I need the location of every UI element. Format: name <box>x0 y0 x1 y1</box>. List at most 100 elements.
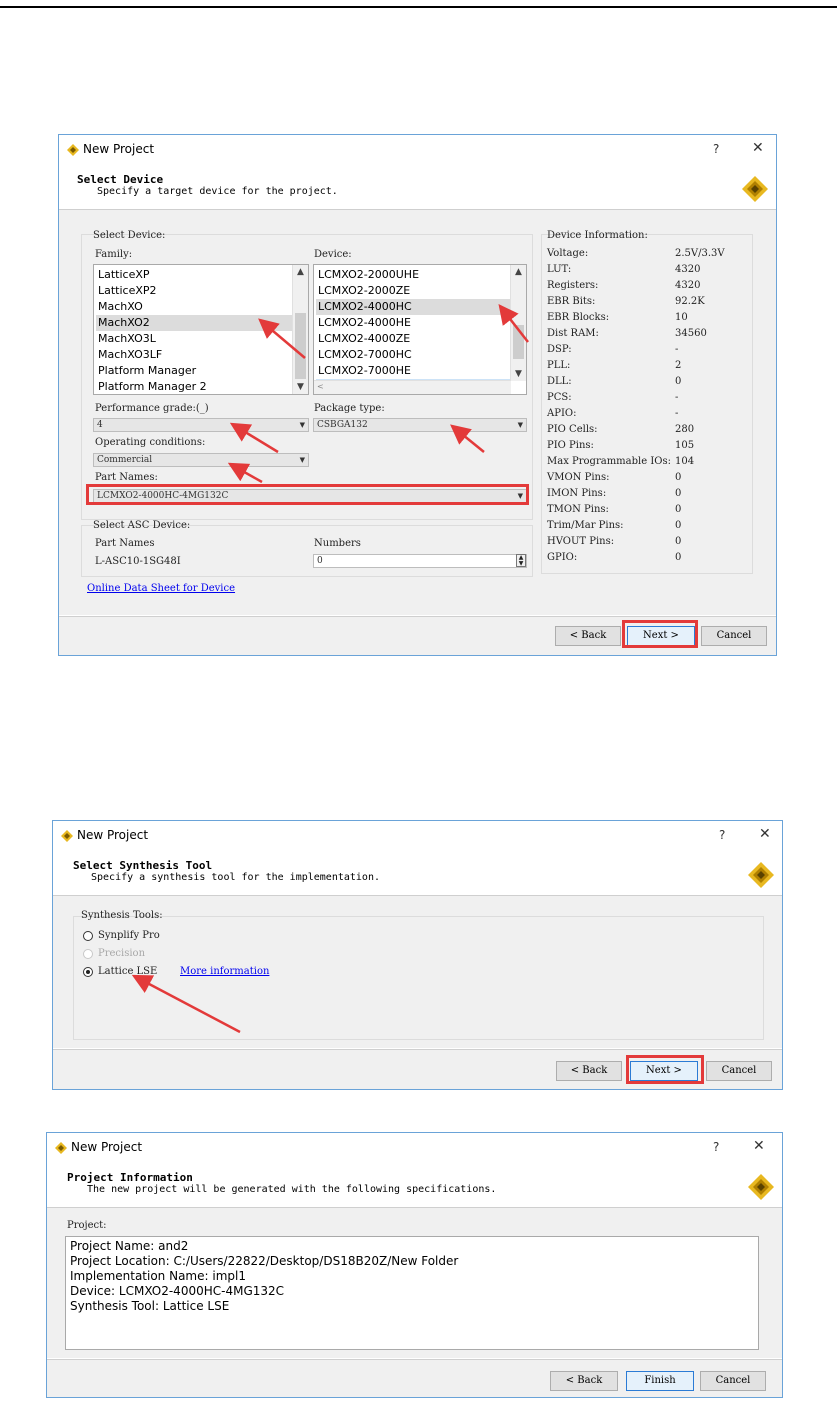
project-name-line: Project Name: and2 <box>70 1239 189 1253</box>
info-value: 0 <box>675 536 682 547</box>
info-value: 34560 <box>675 328 707 339</box>
performance-grade-select[interactable]: 4 ▼ <box>93 418 309 432</box>
wizard-header: Select Synthesis Tool Specify a synthesi… <box>53 851 782 896</box>
close-button[interactable]: ✕ <box>752 140 764 156</box>
part-names-highlight <box>86 484 529 505</box>
title-bar[interactable]: New Project ? ✕ <box>47 1133 782 1163</box>
info-value: 92.2K <box>675 296 705 307</box>
title-bar[interactable]: New Project ? ✕ <box>53 821 782 851</box>
header-title: Project Information <box>67 1171 193 1184</box>
info-key: LUT: <box>547 264 572 275</box>
back-button[interactable]: < Back <box>556 1061 622 1081</box>
chevron-up-icon[interactable]: ▲ <box>293 267 308 277</box>
info-value: 2.5V/3.3V <box>675 248 725 259</box>
family-item-machxo3l[interactable]: MachXO3L <box>96 331 292 347</box>
family-item-machxo3lf[interactable]: MachXO3LF <box>96 347 292 363</box>
info-value: 10 <box>675 312 688 323</box>
window-title: New Project <box>77 828 149 842</box>
chevron-down-icon[interactable]: ▼ <box>293 382 308 392</box>
part-names-label: Part Names: <box>95 472 158 483</box>
device-item[interactable]: LCMXO2-2000UHE <box>316 267 510 283</box>
title-bar[interactable]: New Project ? ✕ <box>59 135 776 165</box>
info-value: 0 <box>675 552 682 563</box>
family-scrollbar[interactable]: ▲ ▼ <box>292 265 308 394</box>
help-button[interactable]: ? <box>719 828 725 842</box>
family-list[interactable]: LatticeXP LatticeXP2 MachXO MachXO2 Mach… <box>93 264 309 395</box>
asc-numbers-value: 0 <box>317 556 323 566</box>
help-button[interactable]: ? <box>713 1140 719 1154</box>
info-key: EBR Blocks: <box>547 312 610 323</box>
implementation-name-line: Implementation Name: impl1 <box>70 1269 246 1283</box>
info-key: APIO: <box>547 408 577 419</box>
device-scrollbar[interactable]: ▲ ▼ <box>510 265 526 381</box>
button-bar: < Back Finish Cancel <box>47 1359 782 1397</box>
lattice-lse-radio[interactable] <box>83 967 93 977</box>
close-button[interactable]: ✕ <box>753 1138 765 1154</box>
project-label: Project: <box>67 1220 107 1231</box>
lattice-diamond-icon <box>67 144 79 156</box>
operating-conditions-select[interactable]: Commercial ▼ <box>93 453 309 467</box>
family-item-latticexp[interactable]: LatticeXP <box>96 267 292 283</box>
wizard-body: Select Device: Family: LatticeXP Lattice… <box>59 210 776 615</box>
asc-numbers-input[interactable]: 0 <box>313 554 527 568</box>
select-synthesis-dialog: New Project ? ✕ Select Synthesis Tool Sp… <box>52 820 783 1090</box>
operating-conditions-value: Commercial <box>97 455 153 465</box>
device-item[interactable]: LCMXO2-4000ZE <box>316 331 510 347</box>
finish-button[interactable]: Finish <box>626 1371 694 1391</box>
info-key: GPIO: <box>547 552 578 563</box>
back-button[interactable]: < Back <box>555 626 621 646</box>
cancel-button[interactable]: Cancel <box>701 626 767 646</box>
lattice-diamond-icon <box>61 830 73 842</box>
info-value: 0 <box>675 472 682 483</box>
device-label: Device: <box>314 249 352 260</box>
device-item[interactable]: LCMXO2-7000HC <box>316 347 510 363</box>
device-list[interactable]: LCMXO2-2000UHE LCMXO2-2000ZE LCMXO2-4000… <box>313 264 527 395</box>
lattice-diamond-icon <box>55 1142 67 1154</box>
info-key: HVOUT Pins: <box>547 536 615 547</box>
info-value: 4320 <box>675 280 701 291</box>
info-key: PCS: <box>547 392 572 403</box>
info-key: PLL: <box>547 360 571 371</box>
lattice-lse-label[interactable]: Lattice LSE <box>98 966 157 977</box>
device-scroll-thumb[interactable] <box>513 325 524 359</box>
device-item[interactable]: LCMXO2-7000HE <box>316 363 510 379</box>
info-value: 105 <box>675 440 695 451</box>
device-item[interactable]: LCMXO2-4000HE <box>316 315 510 331</box>
wizard-body: Project: Project Name: and2 Project Loca… <box>47 1208 782 1358</box>
info-value: 2 <box>675 360 682 371</box>
dropdown-arrow-icon: ▼ <box>299 421 305 429</box>
online-data-sheet-link[interactable]: Online Data Sheet for Device <box>87 583 235 594</box>
operating-conditions-label: Operating conditions: <box>95 437 206 448</box>
synthesis-tool-line: Synthesis Tool: Lattice LSE <box>70 1299 230 1313</box>
numbers-spinner[interactable]: ▲ ▼ <box>516 554 526 567</box>
info-key: Max Programmable IOs: <box>547 456 671 467</box>
family-item-platform-manager-2[interactable]: Platform Manager 2 <box>96 379 292 394</box>
family-item-machxo2[interactable]: MachXO2 <box>96 315 292 331</box>
info-value: 0 <box>675 376 682 387</box>
family-item-machxo[interactable]: MachXO <box>96 299 292 315</box>
back-button[interactable]: < Back <box>550 1371 618 1391</box>
project-summary-text[interactable]: Project Name: and2 Project Location: C:/… <box>65 1236 759 1350</box>
info-value: 0 <box>675 520 682 531</box>
chevron-up-icon[interactable]: ▲ <box>511 267 526 277</box>
more-information-link[interactable]: More information <box>180 966 269 977</box>
package-type-select[interactable]: CSBGA132 ▼ <box>313 418 527 432</box>
synplify-pro-label[interactable]: Synplify Pro <box>98 930 160 941</box>
synplify-pro-radio[interactable] <box>83 931 93 941</box>
cancel-button[interactable]: Cancel <box>706 1061 772 1081</box>
close-button[interactable]: ✕ <box>759 826 771 842</box>
chevron-down-icon[interactable]: ▼ <box>511 369 526 379</box>
info-value: 280 <box>675 424 695 435</box>
cancel-button[interactable]: Cancel <box>700 1371 766 1391</box>
family-item-platform-manager[interactable]: Platform Manager <box>96 363 292 379</box>
synthesis-tools-label: Synthesis Tools: <box>81 910 163 921</box>
select-device-group-label: Select Device: <box>93 230 166 241</box>
device-item-selected[interactable]: LCMXO2-4000HC <box>316 299 510 315</box>
help-button[interactable]: ? <box>713 142 719 156</box>
device-hscrollbar[interactable]: < <box>314 380 511 394</box>
info-value: - <box>675 408 679 419</box>
info-value: 0 <box>675 488 682 499</box>
device-item[interactable]: LCMXO2-2000ZE <box>316 283 510 299</box>
family-item-latticexp2[interactable]: LatticeXP2 <box>96 283 292 299</box>
family-scroll-thumb[interactable] <box>295 313 306 379</box>
